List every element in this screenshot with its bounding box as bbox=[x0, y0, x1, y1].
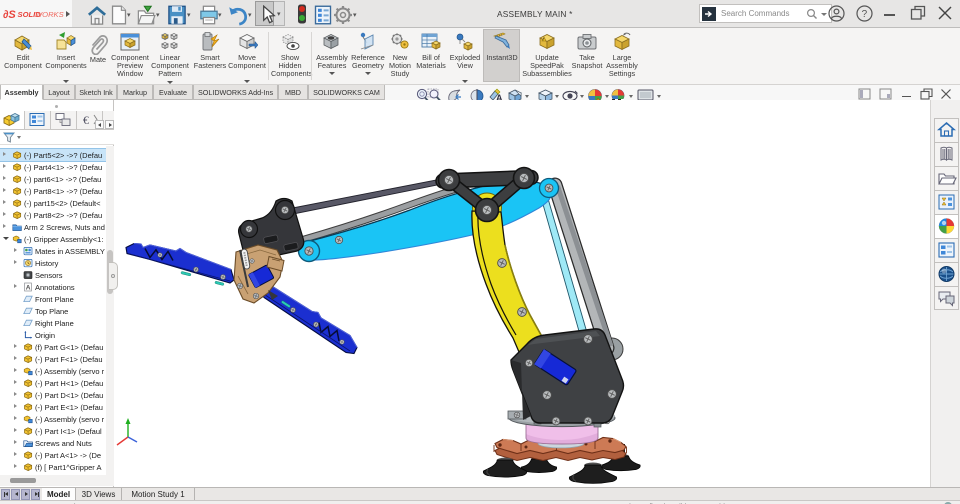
svg-text:∂S: ∂S bbox=[3, 9, 16, 21]
svg-text:€: € bbox=[83, 113, 89, 127]
svg-text:?: ? bbox=[862, 9, 868, 20]
svg-text:WORKS: WORKS bbox=[35, 10, 64, 19]
svg-text:!: ! bbox=[543, 37, 544, 42]
